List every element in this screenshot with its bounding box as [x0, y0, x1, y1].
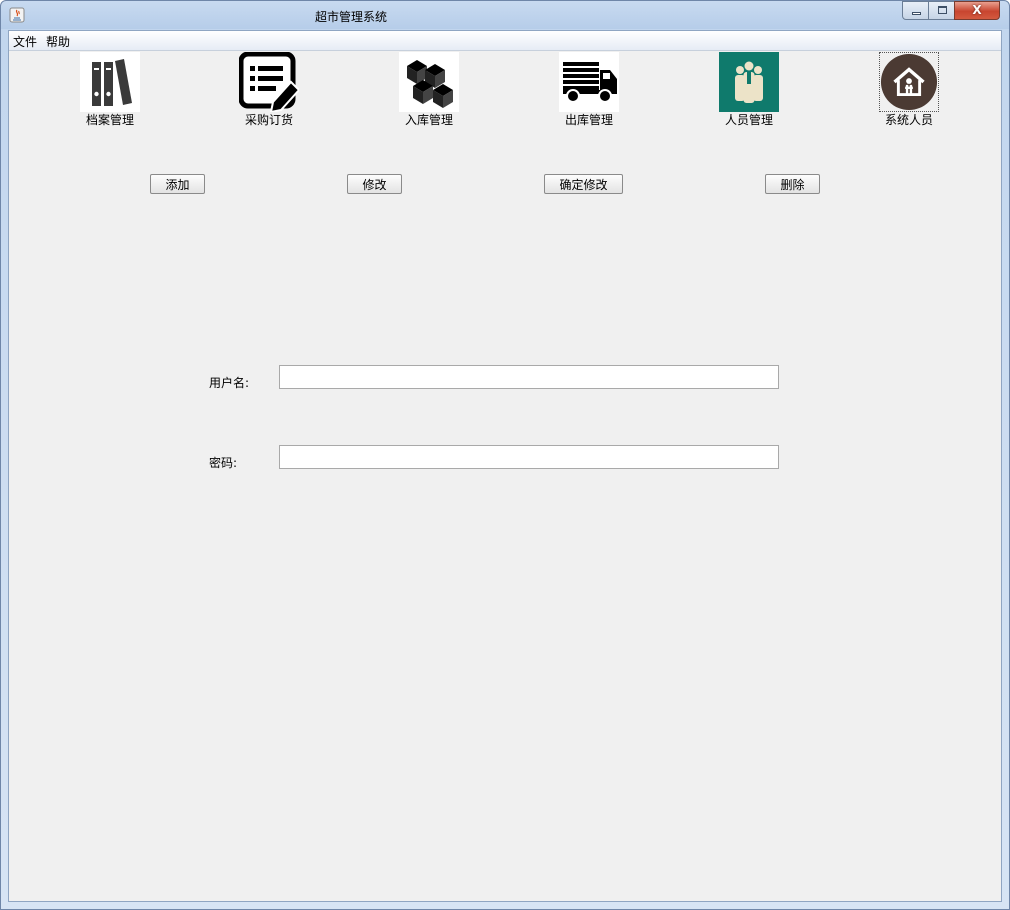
app-window: 超市管理系统 X 文件 帮助 档案管理 采购订货 入库管理 出库管理 人员管理 … [0, 0, 1010, 910]
purchase-order-button[interactable] [238, 51, 301, 114]
password-input[interactable] [279, 445, 779, 469]
username-input[interactable] [279, 365, 779, 389]
menu-file[interactable]: 文件 [13, 33, 37, 50]
stock-in-label: 入库管理 [404, 113, 453, 127]
system-user-label: 系统人员 [884, 113, 933, 127]
title-bar[interactable]: 超市管理系统 X [1, 1, 1009, 30]
username-label: 用户名: [209, 376, 250, 390]
stock-in-button[interactable] [399, 52, 459, 112]
stock-out-label: 出库管理 [564, 113, 613, 127]
binders-icon [92, 59, 132, 106]
archive-management-label: 档案管理 [85, 113, 134, 127]
delete-button[interactable]: 删除 [765, 174, 820, 194]
close-button[interactable]: X [954, 1, 1000, 20]
menu-bar: 文件 帮助 [9, 31, 1001, 51]
minimize-icon [912, 12, 921, 15]
people-icon [735, 61, 763, 103]
boxes-icon [407, 60, 453, 108]
staff-management-label: 人员管理 [724, 113, 773, 127]
modify-button[interactable]: 修改 [347, 174, 402, 194]
archive-management-button[interactable] [80, 52, 140, 112]
menu-help[interactable]: 帮助 [46, 33, 70, 50]
home-user-icon [880, 53, 938, 111]
order-list-icon [238, 51, 301, 114]
add-button[interactable]: 添加 [150, 174, 205, 194]
maximize-icon [938, 6, 947, 14]
password-label: 密码: [209, 456, 238, 470]
purchase-order-label: 采购订货 [244, 113, 293, 127]
minimize-button[interactable] [902, 1, 929, 20]
window-title: 超市管理系统 [314, 10, 387, 24]
staff-management-button[interactable] [719, 52, 779, 112]
content-pane: 文件 帮助 档案管理 采购订货 入库管理 出库管理 人员管理 系统人员 添加 修… [8, 30, 1002, 902]
close-icon: X [972, 3, 982, 17]
confirm-modify-button[interactable]: 确定修改 [544, 174, 623, 194]
truck-icon [563, 62, 617, 103]
stock-out-button[interactable] [559, 52, 619, 112]
system-user-button[interactable] [879, 52, 939, 112]
maximize-button[interactable] [928, 1, 955, 20]
